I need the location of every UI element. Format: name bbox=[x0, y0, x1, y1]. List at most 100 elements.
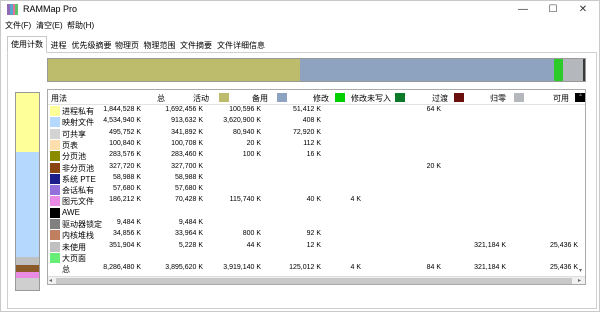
cell-zeroed: 321,184 K bbox=[474, 264, 506, 272]
cell-free: 25,436 K bbox=[549, 241, 578, 249]
table-row[interactable]: 进程私有 1,844,528 K 1,692,456 K 100,596 K 51,41… bbox=[48, 105, 585, 116]
row-color-swatch bbox=[50, 151, 60, 162]
tab-processes[interactable]: 进程 bbox=[47, 38, 70, 53]
row-color-swatch bbox=[50, 106, 60, 116]
cell-total: 8,286,480 K bbox=[103, 264, 141, 272]
app-icon-stripe bbox=[15, 4, 18, 15]
table-row[interactable]: 系统 PTE 58,988 K 58,988 K bbox=[48, 173, 585, 184]
window-title: RAMMap Pro bbox=[23, 4, 78, 14]
tab-physical-pages[interactable]: 物理页 bbox=[113, 38, 141, 53]
row-color-swatch bbox=[50, 117, 60, 128]
row-color-swatch bbox=[50, 241, 60, 252]
usage-stack-segment bbox=[16, 278, 39, 290]
horizontal-scroll-thumb[interactable] bbox=[56, 278, 572, 284]
vertical-scrollbar[interactable]: ▴ ▾ bbox=[579, 91, 585, 276]
table-row[interactable]: 大页面 bbox=[48, 252, 585, 263]
memory-bar-segment bbox=[554, 59, 563, 81]
memory-bar-segment bbox=[562, 59, 584, 81]
cell-active: 327,700 K bbox=[171, 162, 203, 170]
memory-bar-segment bbox=[583, 59, 585, 81]
transition-color-swatch bbox=[454, 93, 464, 102]
horizontal-scrollbar[interactable]: ◂ ▸ bbox=[48, 276, 585, 284]
cell-standby: 20 K bbox=[246, 139, 261, 147]
col-free-header[interactable]: 可用 bbox=[553, 93, 569, 104]
tab-use-counts[interactable]: 使用计数 bbox=[7, 36, 47, 53]
cell-standby: 800 K bbox=[242, 230, 261, 238]
memory-bar-segment bbox=[300, 59, 555, 81]
col-modified-nowrite-header[interactable]: 修改未写入 bbox=[351, 93, 391, 104]
col-standby-header[interactable]: 备用 bbox=[252, 93, 268, 104]
table-row[interactable]: 图元文件 186,212 K 70,428 K 115,740 K 40 K4 K bbox=[48, 195, 585, 207]
cell-total: 4,534,940 K bbox=[103, 117, 141, 125]
modified-nowrite-color-swatch bbox=[395, 93, 405, 102]
cell-transition: 84 K bbox=[426, 264, 441, 272]
table-row[interactable]: 内核堆栈 34,856 K 33,964 K 800 K 92 K bbox=[48, 229, 585, 241]
cell-modified: 125,012 K bbox=[289, 264, 321, 272]
title-bar[interactable]: RAMMap Pro — ☐ ✕ bbox=[1, 1, 599, 18]
table-row[interactable]: 可共享 495,752 K 341,892 K 80,940 K 72,920 K bbox=[48, 128, 585, 139]
close-button[interactable]: ✕ bbox=[569, 1, 597, 18]
tab-physical-ranges[interactable]: 物理范围 bbox=[141, 38, 178, 53]
cell-total: 58,988 K bbox=[112, 173, 141, 181]
cell-transition: 20 K bbox=[426, 162, 441, 170]
table-row[interactable]: 映射文件 4,534,940 K 913,632 K 3,620,900 K 408 K bbox=[48, 116, 585, 128]
cell-total: 57,680 K bbox=[112, 185, 141, 193]
scroll-right-arrow-icon[interactable]: ▸ bbox=[578, 277, 581, 284]
usage-stack-bar bbox=[15, 92, 40, 291]
cell-standby: 100,596 K bbox=[229, 106, 261, 113]
scroll-up-arrow-icon[interactable]: ▴ bbox=[579, 91, 582, 100]
cell-modified: 12 K bbox=[306, 241, 321, 249]
cell-modified: 51,412 K bbox=[292, 106, 321, 113]
modified-color-swatch bbox=[335, 93, 345, 102]
cell-active: 58,988 K bbox=[174, 173, 203, 181]
minimize-button[interactable]: — bbox=[509, 1, 537, 18]
tab-priority-summary[interactable]: 优先级摘要 bbox=[70, 38, 113, 53]
tab-file-details[interactable]: 文件详细信息 bbox=[214, 38, 268, 53]
cell-total: 351,904 K bbox=[109, 241, 141, 249]
menu-help[interactable]: 帮助(H) bbox=[67, 19, 94, 32]
table-row[interactable]: AWE bbox=[48, 207, 585, 218]
maximize-button[interactable]: ☐ bbox=[539, 1, 567, 18]
usage-stack-segment bbox=[16, 93, 39, 153]
col-modified-header[interactable]: 修改 bbox=[313, 93, 329, 104]
rammap-app-icon bbox=[7, 4, 18, 15]
cell-standby: 100 K bbox=[242, 151, 261, 159]
usage-stack-segment bbox=[16, 257, 39, 266]
col-transition-header[interactable]: 过渡 bbox=[432, 93, 448, 104]
row-color-swatch bbox=[50, 252, 60, 263]
scroll-down-arrow-icon[interactable]: ▾ bbox=[579, 267, 582, 276]
table-row[interactable]: 会话私有 57,680 K 57,680 K bbox=[48, 184, 585, 196]
cell-active: 1,692,456 K bbox=[165, 106, 203, 113]
row-color-swatch bbox=[50, 196, 60, 207]
cell-total: 327,720 K bbox=[109, 162, 141, 170]
col-active-header[interactable]: 活动 bbox=[193, 93, 209, 104]
app-window: RAMMap Pro — ☐ ✕ 文件(F) 清空(E) 帮助(H) 使用计数 … bbox=[0, 0, 600, 312]
table-row[interactable]: 分页池 283,576 K 283,460 K 100 K 16 K bbox=[48, 150, 585, 162]
cell-total: 9,484 K bbox=[116, 219, 141, 226]
cell-modified: 72,920 K bbox=[292, 128, 321, 136]
scroll-left-arrow-icon[interactable]: ◂ bbox=[49, 277, 52, 284]
cell-modified-nowrite: 4 K bbox=[350, 264, 361, 272]
cell-active: 70,428 K bbox=[174, 196, 203, 204]
cell-total: 283,576 K bbox=[109, 151, 141, 159]
menu-bar: 文件(F) 清空(E) 帮助(H) bbox=[1, 19, 599, 32]
col-total-header[interactable]: 总 bbox=[157, 93, 165, 104]
table-row[interactable]: 驱动器锁定 9,484 K 9,484 K bbox=[48, 218, 585, 229]
col-zeroed-header[interactable]: 归零 bbox=[490, 93, 506, 104]
table-total-row[interactable]: 总 8,286,480 K 3,895,620 K 3,919,140 K 125,01… bbox=[48, 263, 585, 274]
tab-file-summary[interactable]: 文件摘要 bbox=[178, 38, 214, 53]
cell-modified: 112 K bbox=[303, 139, 321, 147]
cell-standby: 115,740 K bbox=[229, 196, 261, 204]
table-row[interactable]: 未使用 351,904 K 5,228 K 44 K 12 K 321,184 K 25,4… bbox=[48, 241, 585, 252]
menu-empty[interactable]: 清空(E) bbox=[36, 19, 63, 32]
row-color-swatch bbox=[50, 128, 60, 139]
cell-modified-nowrite: 4 K bbox=[350, 196, 361, 204]
standby-color-swatch bbox=[277, 93, 287, 102]
menu-file[interactable]: 文件(F) bbox=[5, 19, 31, 32]
table-row[interactable]: 页表 100,840 K 100,708 K 20 K 112 K bbox=[48, 139, 585, 150]
col-type-header[interactable]: 用法 bbox=[51, 93, 67, 104]
cell-standby: 80,940 K bbox=[232, 128, 261, 136]
cell-standby: 3,620,900 K bbox=[223, 117, 261, 125]
row-color-swatch bbox=[50, 173, 60, 184]
table-row[interactable]: 非分页池 327,720 K 327,700 K 20 K bbox=[48, 162, 585, 173]
